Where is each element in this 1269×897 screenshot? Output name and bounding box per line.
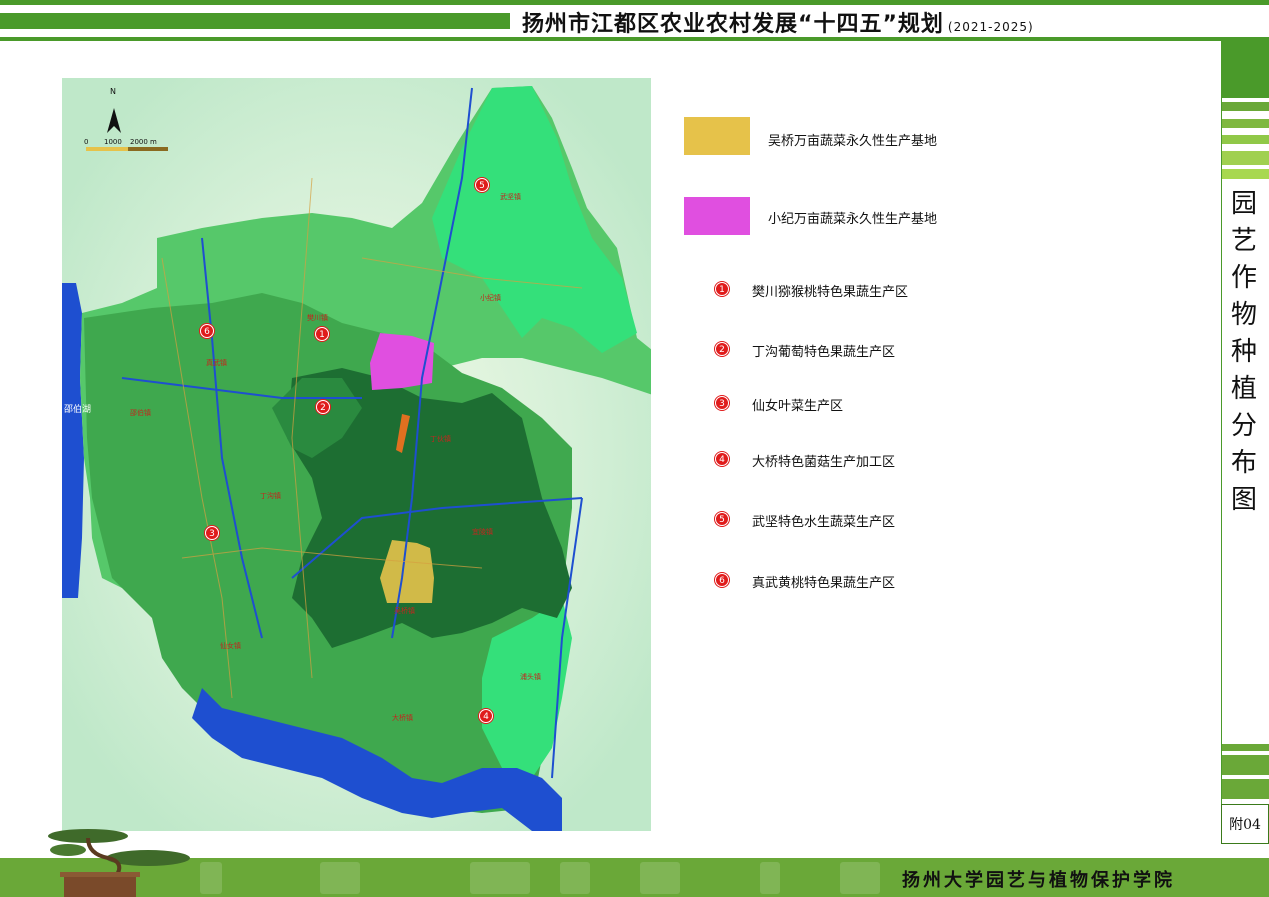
town-xiannv: 仙女镇 [220,641,241,650]
town-dinggou: 丁沟镇 [260,491,281,500]
legend-marker-3: 3 [715,396,729,410]
map-marker-6: 6 [200,324,214,338]
legend-label-wuqiao: 吴桥万亩蔬菜永久性生产基地 [768,134,938,149]
side-title: 园 艺 作 物 种 植 分 布 图 [1226,186,1262,519]
scale-label-1000: 1000 [104,138,122,146]
legend-zone-2: 丁沟葡萄特色果蔬生产区 [752,345,896,360]
legend-label-xiaoji: 小纪万亩蔬菜永久性生产基地 [768,212,938,227]
footer-institution: 扬州大学园艺与植物保护学院 [902,870,1175,891]
map-marker-2: 2 [316,400,330,414]
map-marker-3: 3 [205,526,219,540]
legend-marker-1: 1 [715,282,729,296]
town-yiling: 宜陵镇 [472,527,493,536]
legend-marker-4: 4 [715,452,729,466]
side-title-char: 种 [1230,337,1257,367]
town-shaobo: 邵伯镇 [130,408,151,417]
town-putou: 浦头镇 [520,672,541,681]
header-accent-bar [0,13,510,29]
compass-label: N [110,87,116,96]
side-title-char: 分 [1230,411,1257,441]
legend-swatch-wuqiao [684,117,750,155]
side-title-char: 图 [1230,485,1257,515]
map-canvas: N 0 1000 2000 m 邵伯湖 樊川镇 武坚镇 小纪镇 真武镇 邵伯镇 … [62,78,651,831]
scale-label-2000: 2000 m [130,138,157,146]
side-title-char: 作 [1230,263,1257,293]
legend-swatch-xiaoji [684,197,750,235]
legend-marker-2: 2 [715,342,729,356]
legend-zone-4: 大桥特色菌菇生产加工区 [752,455,896,470]
side-title-char: 布 [1230,448,1257,478]
side-title-char: 植 [1230,374,1257,404]
legend-marker-6: 6 [715,573,729,587]
map-marker-4: 4 [479,709,493,723]
town-xiaoji: 小纪镇 [480,293,501,302]
distribution-map: N 0 1000 2000 m 邵伯湖 樊川镇 武坚镇 小纪镇 真武镇 邵伯镇 … [62,78,651,831]
bonsai-icon [48,829,190,897]
town-wuqiao: 吴桥镇 [394,606,415,615]
page-title-text: 扬州市江都区农业农村发展“十四五”规划 [522,12,944,37]
lake-label: 邵伯湖 [64,403,91,415]
side-title-char: 园 [1230,189,1257,219]
legend-zone-6: 真武黄桃特色果蔬生产区 [752,576,896,591]
page-title: 扬州市江都区农业农村发展“十四五”规划 (2021-2025) [522,6,1034,38]
lake-shaobo [62,283,84,598]
map-marker-5: 5 [475,178,489,192]
map-marker-1: 1 [315,327,329,341]
legend-zone-3: 仙女叶菜生产区 [752,399,844,414]
side-title-char: 艺 [1230,226,1257,256]
town-fanchuan: 樊川镇 [307,313,328,322]
legend-marker-5: 5 [715,512,729,526]
side-title-char: 物 [1230,300,1257,330]
legend-zone-1: 樊川猕猴桃特色果蔬生产区 [752,285,909,300]
town-dinghuo: 丁伙镇 [430,434,451,443]
scale-label-0: 0 [84,138,88,146]
town-wujian: 武坚镇 [500,192,521,201]
page-number: 附04 [1221,804,1269,844]
header-top-bar [0,0,1269,5]
town-daqiao: 大桥镇 [392,713,413,722]
town-zhenwu: 真武镇 [206,358,227,367]
page-subtitle: (2021-2025) [947,20,1034,34]
legend-zone-5: 武坚特色水生蔬菜生产区 [752,515,896,530]
header-bottom-bar [0,37,1269,41]
